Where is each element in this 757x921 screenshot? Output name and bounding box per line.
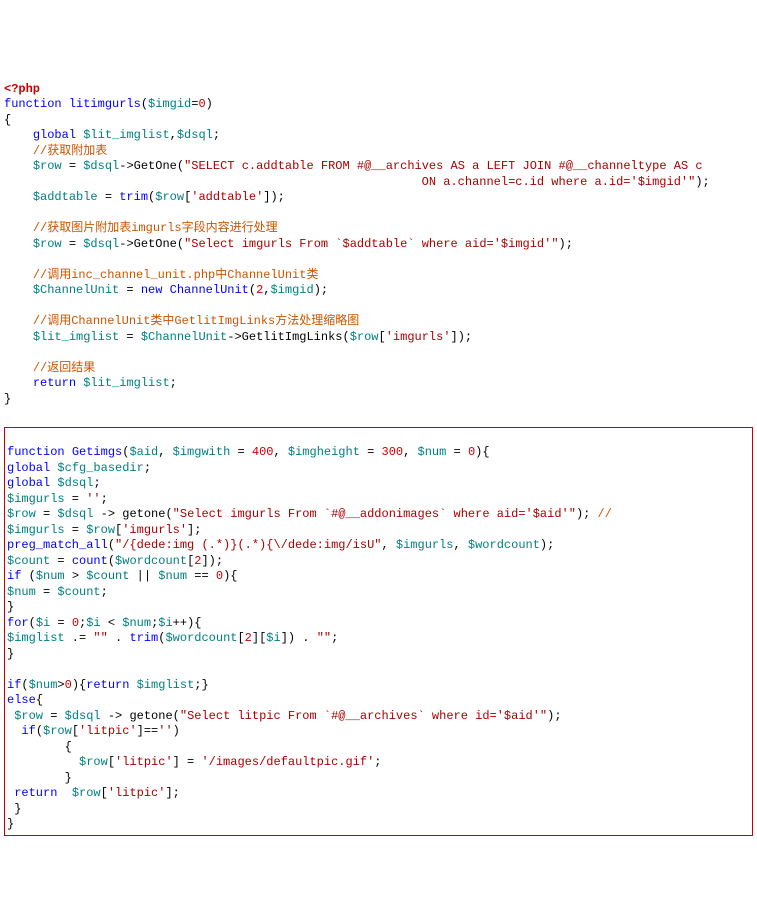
php-open-tag: <?php	[4, 82, 40, 96]
kw-function: function	[7, 445, 65, 459]
comment: //获取附加表	[33, 144, 107, 158]
fn-getimgs: Getimgs	[72, 445, 122, 459]
kw-function: function	[4, 97, 62, 111]
comment: //调用inc_channel_unit.php中ChannelUnit类	[33, 268, 319, 282]
code-block-top: <?php function litimgurls($imgid=0) { gl…	[4, 66, 753, 407]
comment: //获取图片附加表imgurls字段内容进行处理	[33, 221, 278, 235]
fn-litimgurls: litimgurls	[69, 97, 141, 111]
code-block-bottom: function Getimgs($aid, $imgwith = 400, $…	[4, 427, 753, 836]
comment: //调用ChannelUnit类中GetlitImgLinks方法处理缩略图	[33, 314, 359, 328]
comment: //返回结果	[33, 361, 95, 375]
